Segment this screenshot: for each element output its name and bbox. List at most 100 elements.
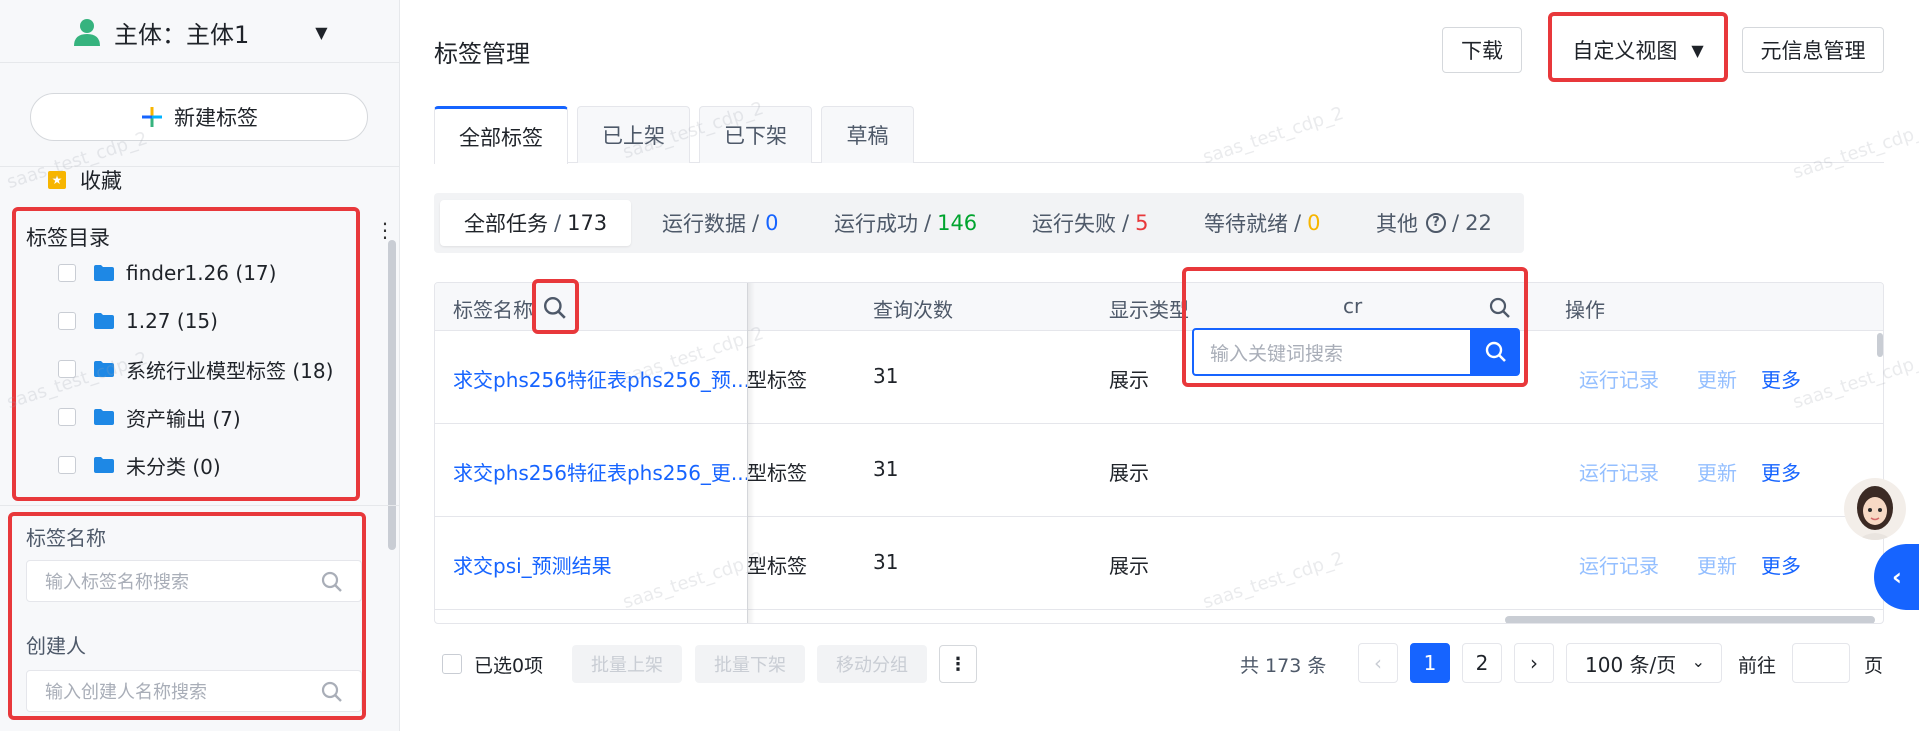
column-filter-highlight [1182, 267, 1528, 387]
watermark: saas_test_cdp_2 [1790, 117, 1919, 184]
run-log-link[interactable]: 运行记录 [1579, 364, 1659, 393]
new-tag-label: 新建标签 [174, 106, 258, 130]
folder-icon [94, 313, 114, 329]
sidebar-scrollbar[interactable] [388, 240, 396, 550]
creator-filter-label: 创建人 [26, 634, 86, 658]
more-link[interactable]: 更多 [1761, 457, 1801, 486]
table-row: 求交phs256特征表phs256_更... 型标签 31 展示 运行记录 更新… [435, 425, 1883, 517]
status-count: 146 [937, 211, 978, 235]
total-count-label: 共 173 条 [1240, 655, 1327, 677]
more-link[interactable]: 更多 [1761, 364, 1801, 393]
status-running-data[interactable]: 运行数据/0 [662, 200, 778, 246]
move-group-button[interactable]: 移动分组 [817, 645, 927, 683]
page-unit-label: 页 [1864, 655, 1884, 677]
favorites-label: 收藏 [80, 169, 122, 193]
watermark: saas_test_cdp_2 [1200, 102, 1347, 169]
more-link[interactable]: 更多 [1761, 550, 1801, 579]
question-circle-icon[interactable]: ? [1426, 213, 1446, 233]
tree-item-label: 1.27 (15) [126, 309, 218, 333]
prev-page-button[interactable]: ‹ [1358, 643, 1398, 683]
custom-view-button[interactable]: 自定义视图 ▼ [1558, 27, 1718, 73]
update-link[interactable]: 更新 [1697, 457, 1737, 486]
tab-all-tags[interactable]: 全部标签 [434, 106, 568, 164]
run-log-link[interactable]: 运行记录 [1579, 550, 1659, 579]
tag-name-link[interactable]: 求交phs256特征表phs256_预... [453, 364, 750, 393]
sidebar: 主体：主体1 ▼ 新建标签 ★ 收藏 标签目录 ⋮ finder1.26 (17… [0, 0, 400, 731]
status-count: 5 [1135, 211, 1149, 235]
status-label: 运行成功 [834, 212, 918, 236]
status-other[interactable]: 其他 ? /22 [1376, 200, 1492, 246]
page-title: 标签管理 [434, 40, 530, 68]
divider [0, 505, 400, 506]
tab-draft[interactable]: 草稿 [821, 106, 914, 163]
tag-name-search-input[interactable]: 输入标签名称搜索 [26, 560, 362, 602]
creator-search-input[interactable]: 输入创建人名称搜索 [26, 670, 362, 712]
tag-name-link[interactable]: 求交phs256特征表phs256_更... [453, 457, 750, 486]
tag-name-filter-label: 标签名称 [26, 526, 106, 550]
table-vertical-scrollbar[interactable] [1877, 333, 1883, 357]
caret-down-icon: ▼ [1691, 40, 1704, 60]
more-vertical-icon[interactable]: ⋮ [375, 218, 395, 242]
tag-name-link[interactable]: 求交psi_预测结果 [453, 550, 612, 579]
next-page-button[interactable]: › [1514, 643, 1554, 683]
column-header-query-count: 查询次数 [873, 298, 953, 322]
status-label: 等待就绪 [1204, 212, 1288, 236]
batch-list-button[interactable]: 批量上架 [572, 645, 682, 683]
tree-item[interactable]: 1.27 (15) [58, 306, 218, 336]
goto-label: 前往 [1738, 655, 1777, 677]
new-tag-button[interactable]: 新建标签 [30, 93, 368, 141]
tree-checkbox[interactable] [58, 456, 76, 474]
update-link[interactable]: 更新 [1697, 364, 1737, 393]
search-icon [321, 571, 342, 592]
folder-icon [94, 457, 114, 473]
more-vertical-icon[interactable]: ⋮ [939, 645, 977, 683]
page-1-button[interactable]: 1 [1410, 643, 1450, 683]
tree-item-label: 未分类 (0) [126, 454, 221, 479]
query-count-cell: 31 [873, 550, 899, 574]
caret-down-icon[interactable]: ▼ [315, 23, 327, 42]
tree-checkbox[interactable] [58, 312, 76, 330]
tag-type-cell: 型标签 [747, 364, 807, 393]
tree-checkbox[interactable] [58, 408, 76, 426]
chevron-down-icon: ⌄ [1691, 652, 1705, 671]
display-type-cell: 展示 [1109, 554, 1149, 578]
tree-checkbox[interactable] [58, 264, 76, 282]
status-count: 0 [1307, 211, 1321, 235]
tree-item-label: 系统行业模型标签 (18) [126, 358, 334, 383]
status-all-tasks[interactable]: 全部任务/173 [440, 200, 632, 246]
subject-selector[interactable]: 主体：主体1 ▼ [72, 12, 328, 52]
assistant-avatar[interactable] [1844, 478, 1906, 540]
subject-label: 主体：主体1 [114, 20, 250, 49]
tree-item[interactable]: finder1.26 (17) [58, 258, 276, 288]
goto-page-input[interactable] [1792, 643, 1850, 683]
table-header: 标签名称 查询次数 显示类型 cr 操作 [435, 283, 1883, 331]
divider [0, 62, 400, 63]
select-all-checkbox[interactable] [442, 654, 462, 674]
batch-delist-button[interactable]: 批量下架 [695, 645, 805, 683]
search-icon [321, 681, 342, 702]
tree-item[interactable]: 未分类 (0) [58, 450, 221, 480]
tag-table: 标签名称 查询次数 显示类型 cr 操作 求交phs256特征表phs256_预… [434, 282, 1884, 624]
name-search-highlight [532, 279, 579, 334]
run-log-link[interactable]: 运行记录 [1579, 457, 1659, 486]
custom-view-label: 自定义视图 [1572, 39, 1678, 63]
status-label: 其他 [1376, 212, 1418, 236]
table-horizontal-scrollbar[interactable] [1505, 616, 1875, 623]
status-success[interactable]: 运行成功/146 [834, 200, 977, 246]
query-count-cell: 31 [873, 364, 899, 388]
status-count: 173 [567, 211, 608, 235]
status-failed[interactable]: 运行失败/5 [1032, 200, 1148, 246]
status-count: 0 [765, 211, 779, 235]
meta-manage-button[interactable]: 元信息管理 [1742, 27, 1884, 73]
page-2-button[interactable]: 2 [1462, 643, 1502, 683]
tree-item-label: 资产输出 (7) [126, 406, 241, 431]
tree-item-label: finder1.26 (17) [126, 261, 277, 285]
tree-item[interactable]: 资产输出 (7) [58, 402, 241, 432]
folder-icon [94, 265, 114, 281]
update-link[interactable]: 更新 [1697, 550, 1737, 579]
page-size-select[interactable]: 100 条/页 ⌄ [1566, 643, 1722, 683]
display-type-cell: 展示 [1109, 461, 1149, 485]
status-waiting[interactable]: 等待就绪/0 [1204, 200, 1320, 246]
query-count-cell: 31 [873, 457, 899, 481]
download-button[interactable]: 下载 [1442, 27, 1522, 73]
